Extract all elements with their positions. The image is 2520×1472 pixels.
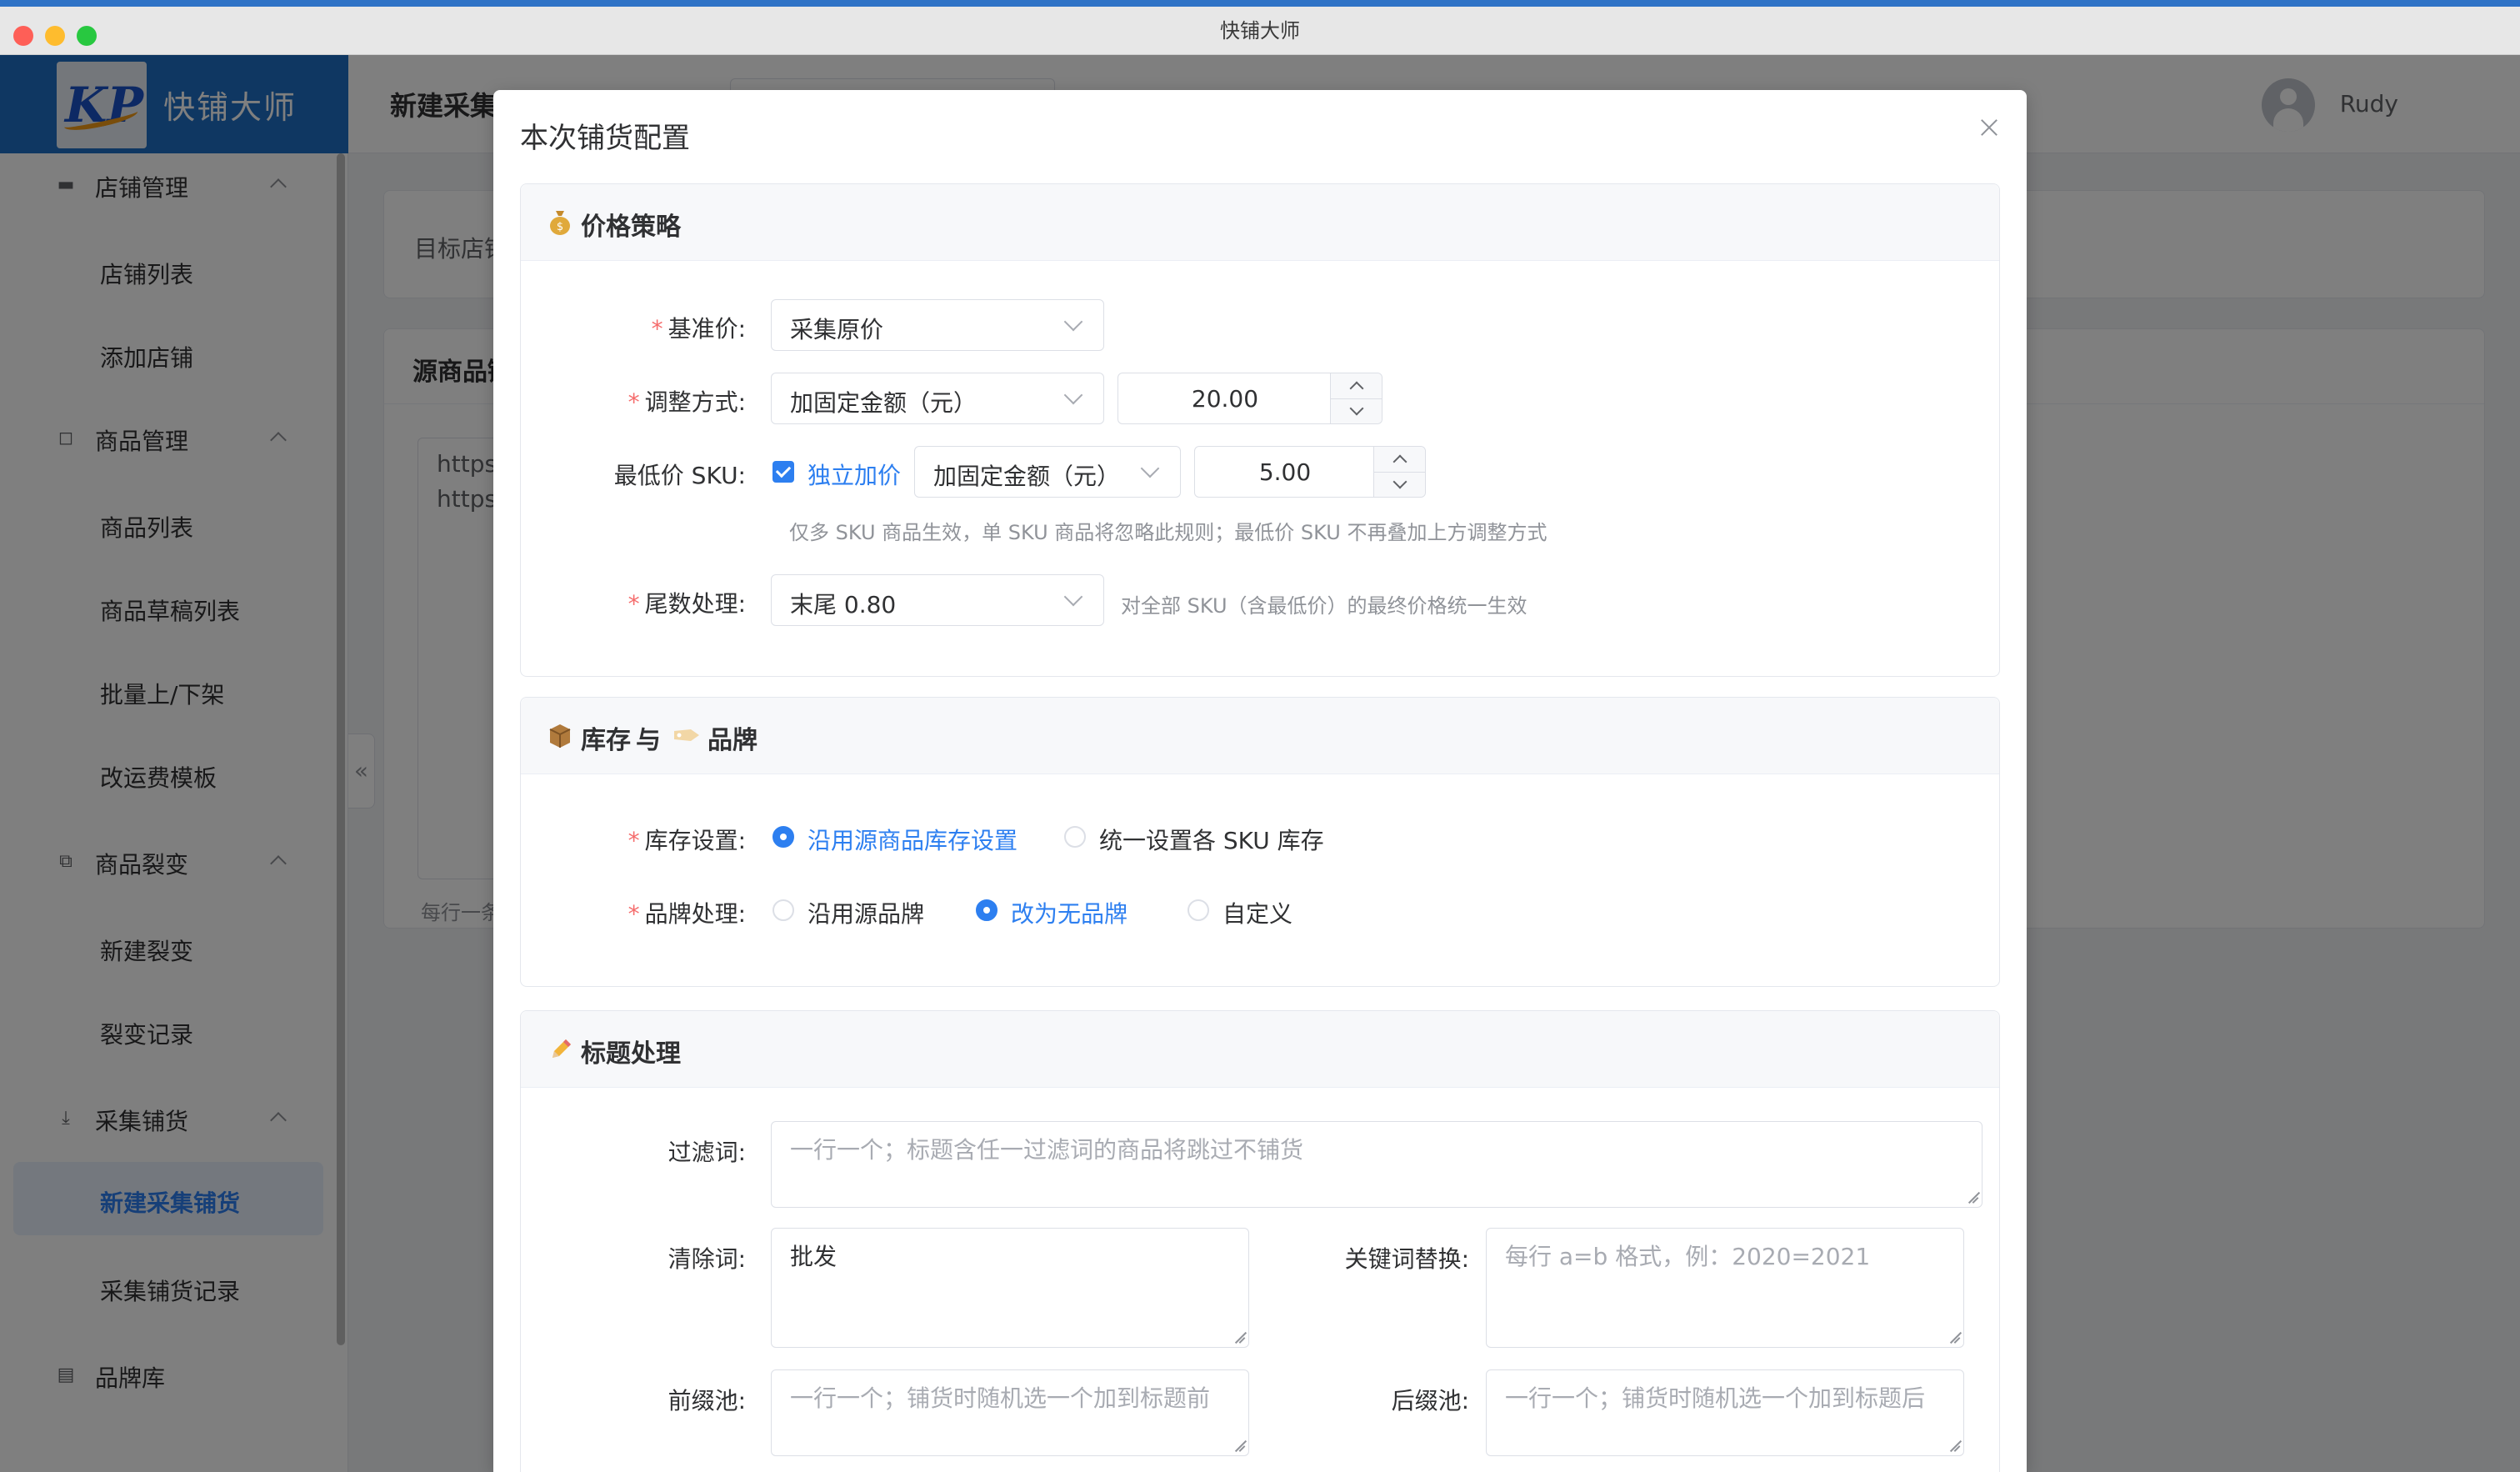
stock-follow-radio[interactable] [772, 826, 794, 848]
suffix-pool-textarea[interactable]: 一行一个；铺货时随机选一个加到标题后 [1486, 1369, 1964, 1456]
min-sku-mode-select[interactable]: 加固定金额（元） [914, 446, 1181, 498]
stock-title-b: 品牌 [708, 726, 758, 755]
independent-markup-checkbox[interactable] [772, 461, 794, 483]
pencil-icon [552, 1039, 571, 1058]
decrement-button[interactable] [1392, 474, 1408, 489]
config-dialog: 本次铺货配置 $ 价格策略 * 基准价: 采集原价 * 调整方式: 加固定金额（元） [493, 90, 2027, 1472]
chevron-down-icon [1063, 587, 1083, 607]
brand-follow-radio[interactable] [772, 899, 794, 921]
resize-handle[interactable] [1233, 1332, 1245, 1344]
prefix-pool-textarea[interactable]: 一行一个；铺货时随机选一个加到标题前 [771, 1369, 1249, 1456]
increment-button[interactable] [1392, 454, 1408, 469]
tail-select[interactable]: 末尾 0.80 [771, 574, 1104, 626]
brand-follow-label[interactable]: 沿用源品牌 [808, 896, 924, 929]
brand-none-radio[interactable] [976, 899, 998, 921]
tag-icon [674, 729, 699, 741]
independent-markup-label[interactable]: 独立加价 [808, 458, 901, 491]
filter-words-textarea[interactable]: 一行一个；标题含任一过滤词的商品将跳过不铺货 [771, 1121, 1982, 1208]
money-bag-icon: $ [550, 211, 570, 235]
resize-handle[interactable] [1948, 1332, 1960, 1344]
chevron-down-icon [1140, 458, 1160, 478]
min-sku-hint: 仅多 SKU 商品生效，单 SKU 商品将忽略此规则；最低价 SKU 不再叠加上… [789, 521, 1548, 544]
increment-button[interactable] [1349, 381, 1364, 396]
desktop-strip [0, 0, 2520, 7]
chevron-down-icon [1063, 385, 1083, 405]
brand-none-label[interactable]: 改为无品牌 [1011, 896, 1128, 929]
price-section-title: 价格策略 [581, 213, 681, 242]
tail-hint: 对全部 SKU（含最低价）的最终价格统一生效 [1121, 594, 1528, 618]
stock-brand-section: 库存 与 品牌 * 库存设置: 沿用源商品库存设置 统一设置各 SKU 库存 * 品… [520, 697, 2000, 987]
package-icon [549, 724, 571, 748]
resize-handle[interactable] [1948, 1440, 1960, 1452]
keyword-replace-textarea[interactable]: 每行 a=b 格式，例：2020=2021 [1486, 1228, 1964, 1348]
clear-words-textarea[interactable]: 批发 [771, 1228, 1249, 1348]
base-price-select[interactable]: 采集原价 [771, 299, 1104, 351]
brand-custom-label[interactable]: 自定义 [1222, 896, 1292, 929]
adjust-amount-input[interactable]: 20.00 [1118, 373, 1382, 424]
window-title: 快铺大师 [1220, 19, 1300, 43]
resize-handle[interactable] [1967, 1192, 1978, 1204]
app-window: 快铺大师 KP 快铺大师 ▬ 店铺管理 店铺列表 添加店铺 ◻ 商品管理 商品列… [0, 0, 2520, 1472]
decrement-button[interactable] [1349, 401, 1364, 416]
close-icon[interactable] [1977, 115, 2002, 140]
title-section-title: 标题处理 [581, 1039, 681, 1069]
chevron-down-icon [1063, 312, 1083, 332]
svg-text:$: $ [557, 221, 563, 233]
dialog-title: 本次铺货配置 [520, 122, 690, 155]
stock-unified-radio[interactable] [1064, 826, 1086, 848]
brand-custom-radio[interactable] [1188, 899, 1209, 921]
adjust-mode-select[interactable]: 加固定金额（元） [771, 373, 1104, 424]
resize-handle[interactable] [1233, 1440, 1245, 1452]
stock-unified-label[interactable]: 统一设置各 SKU 库存 [1099, 823, 1324, 856]
min-sku-amount-input[interactable]: 5.00 [1194, 446, 1426, 498]
stock-title-a: 库存 [581, 726, 631, 755]
stock-follow-label[interactable]: 沿用源商品库存设置 [808, 823, 1018, 856]
title-section: 标题处理 过滤词: 一行一个；标题含任一过滤词的商品将跳过不铺货 清除词: 批发… [520, 1010, 2000, 1472]
price-section: $ 价格策略 * 基准价: 采集原价 * 调整方式: 加固定金额（元） 20.00 … [520, 183, 2000, 677]
